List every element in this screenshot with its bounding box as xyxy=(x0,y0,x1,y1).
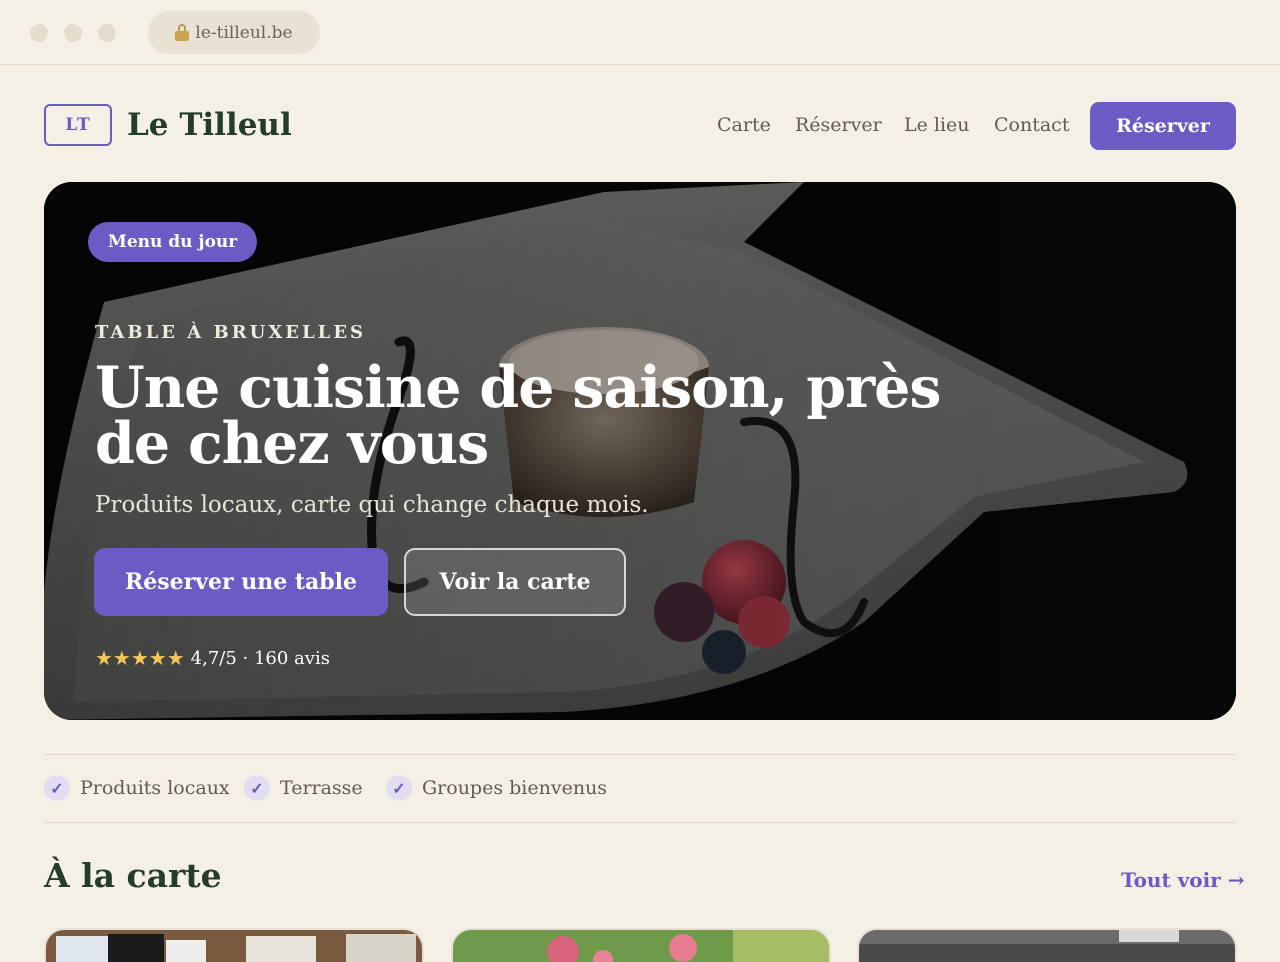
hero-headline: Une cuisine de saison, près de chez vous xyxy=(95,354,941,477)
feature-produits-locaux: ✓ Produits locaux xyxy=(44,775,230,801)
check-icon: ✓ xyxy=(44,775,70,801)
logo-monogram[interactable]: LT xyxy=(44,104,112,146)
divider-top xyxy=(44,754,1236,755)
menu-du-jour-badge[interactable]: Menu du jour xyxy=(88,222,258,262)
browser-toolbar: le-tilleul.be xyxy=(0,0,1280,65)
address-bar[interactable]: le-tilleul.be xyxy=(148,11,320,54)
address-text: le-tilleul.be xyxy=(195,22,293,43)
site-name[interactable]: Le Tilleul xyxy=(127,104,292,146)
menu-card-1[interactable] xyxy=(44,928,424,962)
reserve-table-button[interactable]: Réserver une table xyxy=(94,548,388,616)
feature-label: Groupes bienvenus xyxy=(422,777,608,799)
hero-banner: Menu du jour TABLE À BRUXELLES Une cuisi… xyxy=(44,182,1236,720)
hero-subtitle: Produits locaux, carte qui change chaque… xyxy=(95,492,649,518)
header-reserve-button[interactable]: Réserver xyxy=(1090,102,1236,150)
feature-label: Terrasse xyxy=(280,777,363,799)
hero-eyebrow: TABLE À BRUXELLES xyxy=(95,322,367,343)
menu-card-3-image xyxy=(859,930,1235,962)
rating-text: 4,7/5 · 160 avis xyxy=(190,647,330,669)
menu-card-2-image xyxy=(453,930,829,962)
view-menu-button[interactable]: Voir la carte xyxy=(404,548,626,616)
menu-card-1-image xyxy=(46,930,422,962)
section-title-a-la-carte: À la carte xyxy=(44,856,222,895)
feature-terrasse: ✓ Terrasse xyxy=(244,775,363,801)
menu-card-2[interactable] xyxy=(451,928,831,962)
menu-card-3[interactable] xyxy=(857,928,1237,962)
check-icon: ✓ xyxy=(244,775,270,801)
feature-label: Produits locaux xyxy=(80,777,230,799)
lock-icon xyxy=(175,23,190,41)
nav-link-contact[interactable]: Contact xyxy=(994,111,1069,139)
feature-groupes-bienvenus: ✓ Groupes bienvenus xyxy=(386,775,607,801)
window-maximize-dot[interactable] xyxy=(98,24,116,42)
divider-bottom xyxy=(44,822,1236,823)
rating-summary: ★★★★★ 4,7/5 · 160 avis xyxy=(95,646,330,670)
window-close-dot[interactable] xyxy=(30,24,48,42)
nav-link-le-lieu[interactable]: Le lieu xyxy=(904,111,970,139)
window-minimize-dot[interactable] xyxy=(64,24,82,42)
nav-link-reserver[interactable]: Réserver xyxy=(795,111,882,139)
check-icon: ✓ xyxy=(386,775,412,801)
see-all-link[interactable]: Tout voir → xyxy=(1121,868,1245,892)
star-rating-icon: ★★★★★ xyxy=(95,646,185,670)
nav-link-carte[interactable]: Carte xyxy=(717,111,771,139)
